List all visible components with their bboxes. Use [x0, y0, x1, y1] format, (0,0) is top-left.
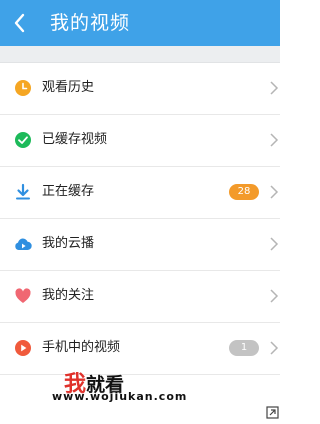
watermark-url: www.wojiukan.com [52, 390, 188, 403]
clock-icon [14, 79, 32, 97]
menu-item-phone-videos[interactable]: 手机中的视频 1 [0, 323, 280, 375]
section-divider [0, 46, 280, 63]
check-circle-icon [14, 131, 32, 149]
menu-item-label: 我的云播 [42, 236, 95, 251]
menu-item-label: 正在缓存 [42, 184, 95, 199]
chevron-right-icon [269, 183, 279, 201]
menu-item-cached-videos[interactable]: 已缓存视频 [0, 115, 280, 167]
chevron-right-icon [269, 79, 279, 97]
back-arrow-icon[interactable] [12, 12, 28, 34]
menu-item-label: 我的关注 [42, 288, 95, 303]
menu-list: 观看历史 已缓存视频 正在缓存 28 我的云播 我的关注 手机中的视频 1 [0, 63, 280, 375]
download-icon [14, 183, 32, 201]
count-badge: 28 [229, 184, 259, 200]
menu-item-following[interactable]: 我的关注 [0, 271, 280, 323]
heart-icon [14, 287, 32, 305]
chevron-right-icon [269, 339, 279, 357]
chevron-right-icon [269, 235, 279, 253]
corner-arrow-icon [264, 404, 280, 420]
menu-item-label: 手机中的视频 [42, 340, 121, 355]
chevron-right-icon [269, 287, 279, 305]
page-title: 我的视频 [50, 12, 131, 34]
menu-item-watch-history[interactable]: 观看历史 [0, 63, 280, 115]
menu-item-label: 已缓存视频 [42, 132, 108, 147]
menu-item-label: 观看历史 [42, 80, 95, 95]
app-header: 我的视频 [0, 0, 280, 46]
count-badge: 1 [229, 340, 259, 356]
menu-item-cloud-play[interactable]: 我的云播 [0, 219, 280, 271]
cloud-play-icon [14, 235, 32, 253]
play-circle-icon [14, 339, 32, 357]
chevron-right-icon [269, 131, 279, 149]
menu-item-caching[interactable]: 正在缓存 28 [0, 167, 280, 219]
